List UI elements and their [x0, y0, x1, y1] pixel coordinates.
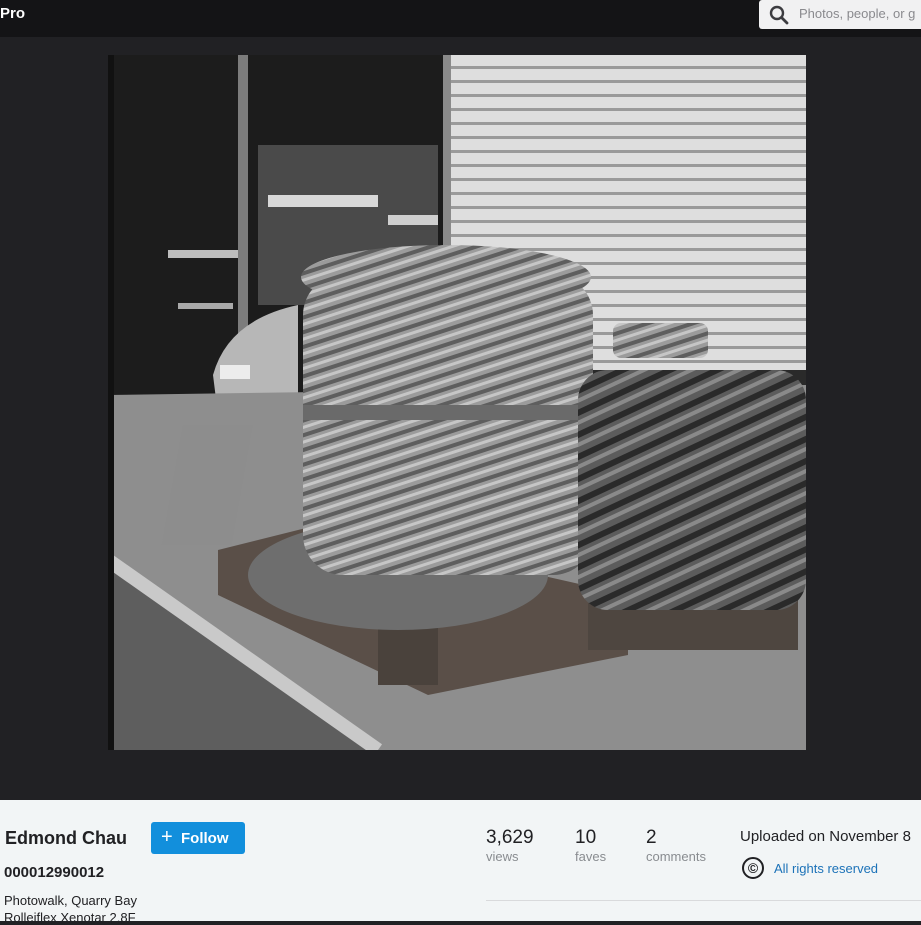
- photo-title: 000012990012: [4, 864, 105, 881]
- views-count: 3,629: [486, 827, 534, 848]
- photo-info-panel: Edmond Chau + Follow 000012990012 Photow…: [0, 800, 921, 925]
- photo-description: Photowalk, Quarry Bay: [4, 893, 137, 908]
- follow-button[interactable]: + Follow: [151, 822, 245, 854]
- photo-description-camera: Rolleiflex Xenotar 2.8F: [4, 910, 136, 925]
- main-photo[interactable]: [108, 55, 806, 750]
- photo-image: [108, 55, 806, 750]
- comments-count[interactable]: 2: [646, 827, 657, 849]
- follow-label: Follow: [181, 830, 229, 847]
- search-icon[interactable]: [769, 5, 789, 25]
- copyright-icon: ©: [742, 857, 764, 879]
- global-nav: Pro Photos, people, or g: [0, 0, 921, 37]
- owner-name[interactable]: Edmond Chau: [5, 828, 127, 849]
- photo-stage: [0, 37, 921, 820]
- plus-icon: +: [161, 826, 173, 848]
- search-input[interactable]: Photos, people, or g: [799, 6, 915, 21]
- upload-date: Uploaded on November 8: [740, 828, 911, 845]
- pro-link[interactable]: Pro: [0, 5, 25, 22]
- search-field[interactable]: Photos, people, or g: [759, 0, 921, 29]
- license-link[interactable]: All rights reserved: [774, 861, 878, 876]
- views-label: views: [486, 849, 519, 864]
- faves-count[interactable]: 10: [575, 827, 596, 849]
- divider: [486, 900, 921, 901]
- faves-label[interactable]: faves: [575, 849, 606, 864]
- comments-label[interactable]: comments: [646, 849, 706, 864]
